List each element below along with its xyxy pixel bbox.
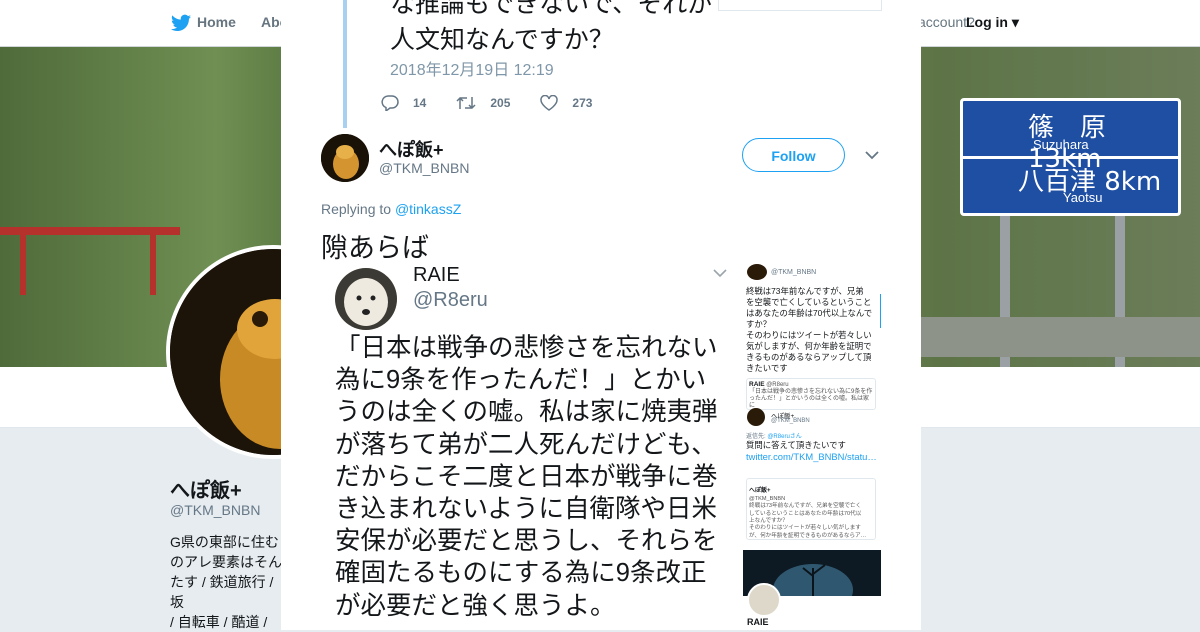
quoted-tweet-text: な推論もできないで、それが 人文知なんですか？ — [390, 0, 713, 54]
chevron-down-icon — [713, 269, 727, 278]
profile-handle: @TKM_BNBN — [170, 502, 261, 518]
raie-avatar — [335, 268, 397, 330]
tweet-author-name[interactable]: へぽ飯+ — [379, 136, 444, 162]
follow-button[interactable]: Follow — [742, 138, 845, 172]
image2-reply-link: twitter.com/TKM_BNBN/statu… — [746, 451, 877, 462]
image2-avatar-last — [747, 583, 781, 617]
replying-mention[interactable]: @tinkassZ — [395, 201, 461, 217]
image2-avatar-top — [747, 264, 767, 280]
sign-line2-sub: Yaotsu — [1063, 190, 1103, 205]
image2-last-name: RAIE — [747, 617, 769, 627]
image1-author-name: RAIE — [413, 264, 460, 286]
image2-scroll-rule — [880, 294, 881, 328]
like-action[interactable]: 273 — [540, 95, 592, 111]
image2-handle-top: @TKM_BNBN — [771, 269, 817, 276]
tweet-author-handle[interactable]: @TKM_BNBN — [379, 160, 469, 176]
twitter-bird-icon[interactable] — [171, 14, 191, 32]
quoted-tweet-date[interactable]: 2018年12月19日 12:19 — [390, 56, 554, 80]
image2-quote-handle: @R8eru — [766, 382, 789, 388]
frog-figure-icon — [321, 134, 369, 182]
sign-divider — [963, 156, 1178, 159]
image2-quote2-text: 終戦は73年前なんですが、兄弟を空襲で亡く しているということはあなたの年齢は7… — [749, 503, 867, 539]
image2-quote2-handle: @TKM_BNBN — [749, 495, 786, 502]
image2-reply-to: 返信先: @R8eruさん — [746, 431, 802, 440]
close-icon — [1157, 14, 1175, 32]
quoted-side-card — [718, 0, 882, 11]
image2-quote2-name: へぽ飯+ — [749, 488, 771, 495]
profile-name: へぽ飯+ — [170, 480, 242, 502]
thread-connector — [343, 0, 347, 128]
heart-icon — [540, 95, 559, 111]
image2-quote-name: RAIE — [749, 381, 765, 388]
login-link[interactable]: Log in ▾ — [966, 14, 1019, 31]
image2-avatar-reply — [747, 408, 765, 426]
image1-body-text: 「日本は戦争の悲惨さを忘れない 為に9条を作ったんだ！」とかい うのは全くの嘘。… — [335, 334, 718, 620]
image2-quote-card: RAIE @R8eru 「日本は戦争の悲惨さを忘れない為に9条を作ったんだ！」と… — [746, 378, 876, 410]
tweet-author-avatar[interactable] — [321, 134, 369, 182]
reply-action[interactable]: 14 — [381, 95, 426, 111]
tweet-image-2[interactable]: @TKM_BNBN 終戦は73年前なんですが、兄弟 を空襲で亡くしているというこ… — [741, 260, 881, 630]
chevron-down-icon[interactable] — [865, 150, 879, 160]
reply-icon — [381, 95, 399, 111]
sign-line1-sub: Suzuhara — [1033, 137, 1089, 152]
retweet-icon — [456, 96, 476, 110]
close-modal-button[interactable] — [1152, 10, 1180, 38]
dog-icon — [335, 268, 397, 330]
image2-quote-text: 「日本は戦争の悲惨さを忘れない為に9条を作ったんだ！」とかいうのは全くの嘘。私は… — [749, 389, 873, 409]
road-sign: 篠 原13km Suzuhara 八百津 8km Yaotsu — [960, 98, 1181, 216]
profile-bio: G県の東部に住む のアレ要素はそん たす / 鉄道旅行 / 坂 / 自転車 / … — [170, 534, 282, 630]
image2-quote2-card: へぽ飯+ @TKM_BNBN 終戦は73年前なんですが、兄弟を空襲で亡く してい… — [746, 478, 876, 540]
replying-label: Replying to — [321, 201, 392, 217]
image2-body-text: 終戦は73年前なんですが、兄弟 を空襲で亡くしているということ はあなたの年齢は… — [746, 286, 873, 373]
image2-reply-handle: @TKM_BNBN — [771, 418, 810, 424]
image1-author-handle: @R8eru — [413, 289, 488, 311]
tweet-modal: な推論もできないで、それが 人文知なんですか？ 2018年12月19日 12:1… — [281, 0, 921, 630]
tweet-actions: 14 205 273 — [381, 93, 622, 113]
tweet-image-1[interactable]: RAIE @R8eru 「日本は戦争の悲惨さを忘れない 為に9条を作ったんだ！」… — [321, 260, 729, 630]
nav-home[interactable]: Home — [197, 14, 236, 30]
retweet-action[interactable]: 205 — [456, 95, 510, 111]
retweet-count: 205 — [490, 96, 511, 110]
like-count: 273 — [572, 96, 593, 110]
reply-count: 14 — [413, 96, 427, 110]
image2-reply-text: 質問に答えて頂きたいです — [746, 440, 846, 450]
replying-to: Replying to @tinkassZ — [321, 201, 461, 217]
